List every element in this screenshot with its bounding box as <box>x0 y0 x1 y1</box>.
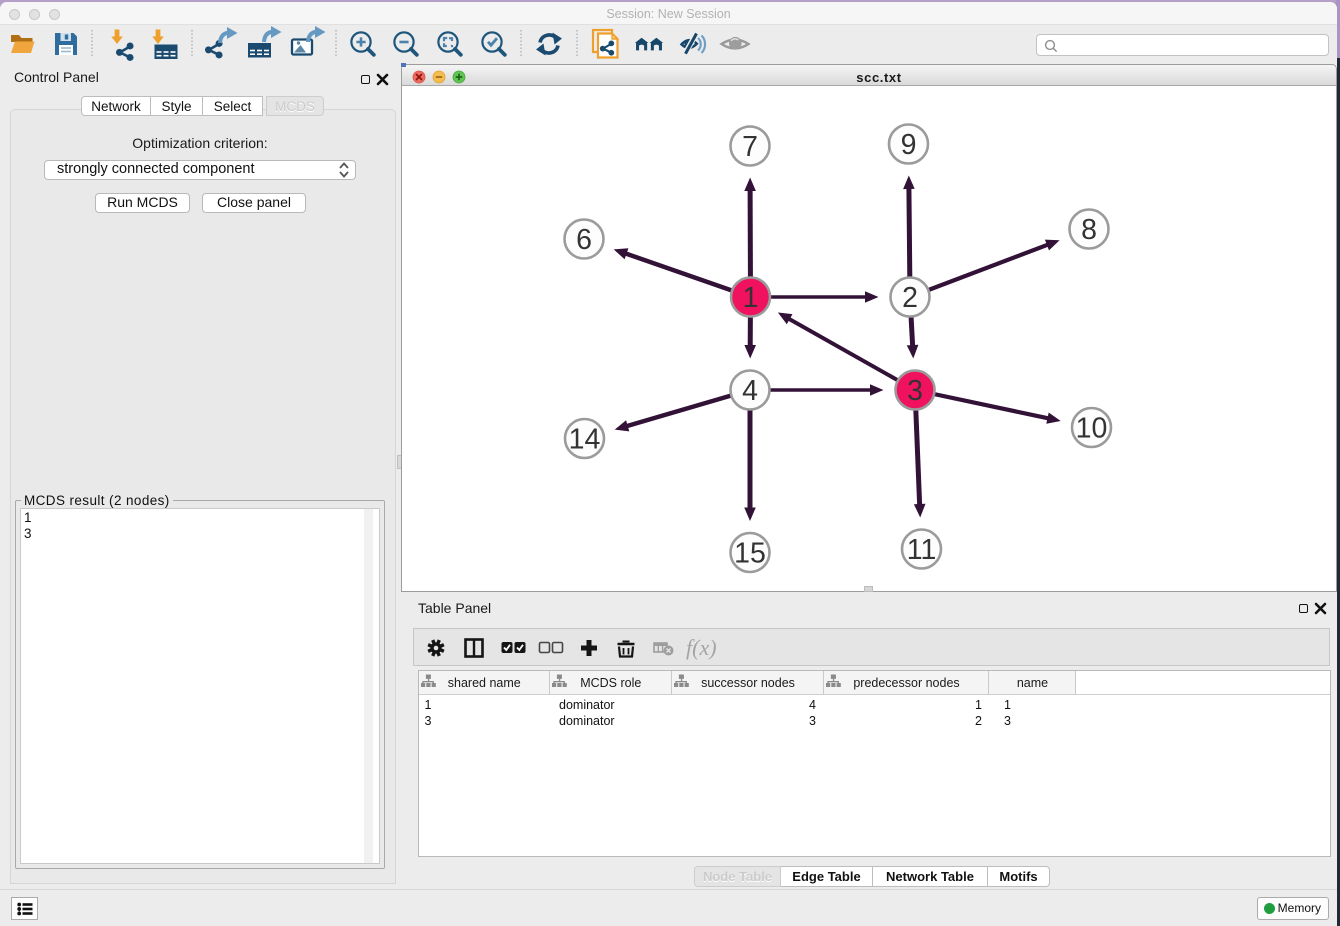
svg-text:3: 3 <box>907 375 923 407</box>
svg-text:9: 9 <box>901 129 917 161</box>
svg-text:4: 4 <box>742 375 758 407</box>
svg-text:f(x): f(x) <box>686 635 717 660</box>
svg-text:14: 14 <box>569 424 601 456</box>
svg-text:6: 6 <box>576 224 592 256</box>
svg-text:10: 10 <box>1076 413 1108 445</box>
svg-text:2: 2 <box>902 282 918 314</box>
svg-text:11: 11 <box>907 534 937 566</box>
svg-text:15: 15 <box>734 538 766 570</box>
svg-text:7: 7 <box>742 131 758 163</box>
svg-text:8: 8 <box>1081 214 1097 246</box>
svg-text:1: 1 <box>743 282 759 314</box>
